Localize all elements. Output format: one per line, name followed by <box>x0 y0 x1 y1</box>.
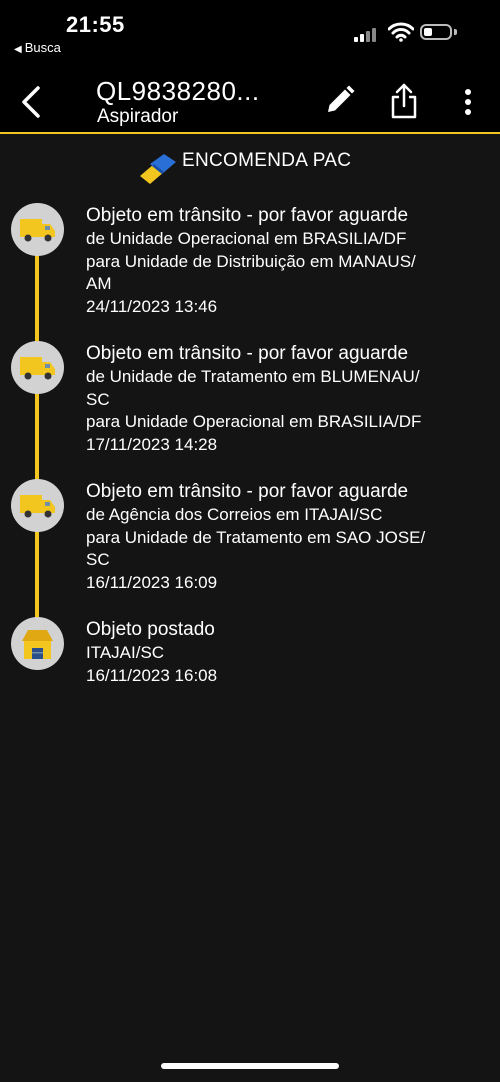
timeline-connector <box>35 388 39 480</box>
timeline-connector <box>35 250 39 342</box>
event-status: Objeto em trânsito - por favor aguarde <box>86 481 409 502</box>
truck-icon <box>11 479 64 532</box>
pencil-icon[interactable] <box>324 84 356 116</box>
tracking-event: Objeto em trânsito - por favor aguarde d… <box>86 342 486 456</box>
status-bar: 21:55 ◀ Busca <box>0 0 500 60</box>
event-detail-line: SC <box>86 389 110 409</box>
event-datetime: 17/11/2023 14:28 <box>86 434 218 454</box>
tracking-event: Objeto postado ITAJAI/SC 16/11/2023 16:0… <box>86 618 486 687</box>
timeline-connector <box>35 526 39 618</box>
event-status: Objeto postado <box>86 619 215 640</box>
event-detail-line: para Unidade de Distribuição em MANAUS/ <box>86 251 416 271</box>
truck-icon <box>11 203 64 256</box>
cellular-signal-icon <box>354 26 380 42</box>
page-subtitle: Aspirador <box>97 106 179 127</box>
page-title: QL9838280... <box>96 76 260 106</box>
service-label: ENCOMENDA PAC <box>182 150 352 171</box>
wifi-icon <box>388 22 414 42</box>
chevron-left-icon[interactable] <box>18 84 46 120</box>
back-triangle-icon: ◀ <box>14 44 22 55</box>
navigation-bar: QL9838280... Aspirador <box>0 60 500 134</box>
back-to-app-link[interactable]: ◀ Busca <box>14 40 61 55</box>
truck-icon <box>11 341 64 394</box>
back-app-label: Busca <box>24 40 61 55</box>
event-datetime: 24/11/2023 13:46 <box>86 296 218 316</box>
event-detail-line: de Agência dos Correios em ITAJAI/SC <box>86 505 383 524</box>
more-vertical-icon[interactable] <box>458 88 478 118</box>
event-detail-line: para Unidade Operacional em BRASILIA/DF <box>86 412 422 431</box>
home-indicator[interactable] <box>161 1063 339 1069</box>
event-detail-line: ITAJAI/SC <box>86 643 165 662</box>
battery-icon <box>420 24 452 40</box>
correios-logo <box>140 154 176 184</box>
status-time: 21:55 <box>66 12 125 37</box>
event-datetime: 16/11/2023 16:09 <box>86 572 218 592</box>
tracking-event: Objeto em trânsito - por favor aguarde d… <box>86 204 486 318</box>
event-datetime: 16/11/2023 16:08 <box>86 665 218 685</box>
tracking-event: Objeto em trânsito - por favor aguarde d… <box>86 480 486 594</box>
event-detail-line: AM <box>86 274 112 293</box>
event-status: Objeto em trânsito - por favor aguarde <box>86 343 409 364</box>
battery-level <box>424 28 432 36</box>
event-detail-line: de Unidade Operacional em BRASILIA/DF <box>86 229 407 248</box>
event-detail-line: de Unidade de Tratamento em BLUMENAU/ <box>86 367 420 386</box>
post-office-icon <box>11 617 64 670</box>
battery-tip <box>454 29 457 35</box>
event-detail-line: SC <box>86 550 110 569</box>
share-icon[interactable] <box>388 82 420 120</box>
event-status: Objeto em trânsito - por favor aguarde <box>86 205 409 226</box>
event-detail-line: para Unidade de Tratamento em SAO JOSE/ <box>86 527 426 547</box>
